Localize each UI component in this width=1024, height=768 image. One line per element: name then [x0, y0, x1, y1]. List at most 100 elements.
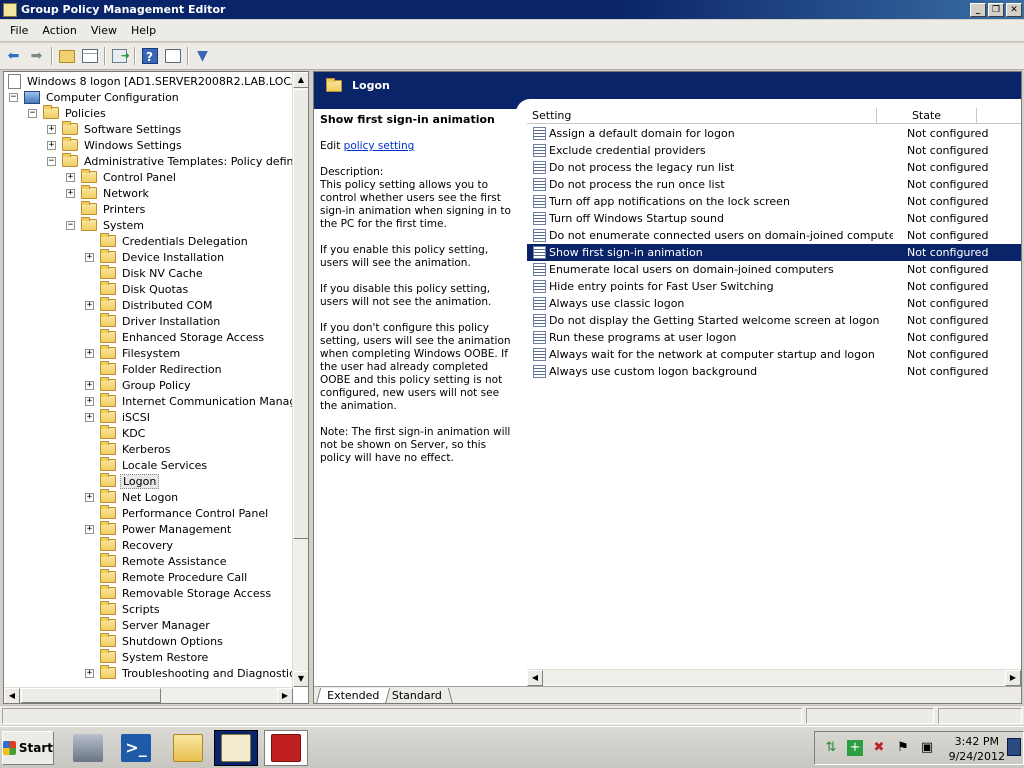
tree-item[interactable]: + Device Installation [85, 249, 226, 265]
tree-item[interactable]: Credentials Delegation [85, 233, 250, 249]
tree-item[interactable]: + Windows Settings [47, 137, 184, 153]
tree-item[interactable]: + Internet Communication Management [85, 393, 293, 409]
tree-item[interactable]: Remote Assistance [85, 553, 229, 569]
security-icon[interactable]: + [847, 740, 863, 756]
expand-icon[interactable]: + [47, 140, 56, 150]
tree-item[interactable]: − Policies [28, 105, 108, 121]
volume-muted-icon[interactable]: ✖ [871, 740, 887, 756]
tree-item[interactable]: System Restore [85, 649, 210, 665]
tree-item[interactable]: + Group Policy [85, 377, 193, 393]
expand-icon[interactable]: + [85, 668, 94, 678]
tree-item[interactable]: − Administrative Templates: Policy defini… [47, 153, 293, 169]
policy-row[interactable]: Assign a default domain for logon Not con… [527, 125, 1021, 142]
tree-item[interactable]: + Net Logon [85, 489, 180, 505]
tree-item[interactable]: + Power Management [85, 521, 233, 537]
tree-item[interactable]: Recovery [85, 537, 175, 553]
tree-item[interactable]: Kerberos [85, 441, 172, 457]
taskbar-gpmc[interactable] [214, 730, 258, 766]
network-icon[interactable]: ⇅ [823, 740, 839, 756]
show-desktop-button[interactable] [1007, 738, 1021, 756]
back-button[interactable]: ⬅ [2, 45, 25, 67]
expand-icon[interactable]: + [85, 396, 94, 406]
scroll-right-button[interactable]: ▶ [277, 688, 293, 703]
tree-item[interactable]: + Distributed COM [85, 297, 215, 313]
policy-setting-link[interactable]: policy setting [344, 140, 415, 152]
taskbar-powershell[interactable]: >_ [114, 730, 158, 766]
policy-row[interactable]: Hide entry points for Fast User Switchin… [527, 278, 1021, 295]
policy-row[interactable]: Always wait for the network at computer … [527, 346, 1021, 363]
policy-row[interactable]: Do not display the Getting Started welco… [527, 312, 1021, 329]
expand-icon[interactable]: + [85, 252, 94, 262]
tree-item[interactable]: Removable Storage Access [85, 585, 273, 601]
tree-item[interactable]: Performance Control Panel [85, 505, 270, 521]
scroll-left-button[interactable]: ◀ [4, 688, 20, 703]
tree-item[interactable]: + Filesystem [85, 345, 182, 361]
policy-row[interactable]: Do not enumerate connected users on doma… [527, 227, 1021, 244]
tree-item[interactable]: Enhanced Storage Access [85, 329, 266, 345]
policy-row[interactable]: Run these programs at user logon Not conf… [527, 329, 1021, 346]
tree-item[interactable]: Shutdown Options [85, 633, 225, 649]
scroll-thumb[interactable] [21, 688, 161, 703]
forward-button[interactable]: ➡ [25, 45, 48, 67]
tree-item[interactable]: Scripts [85, 601, 162, 617]
maximize-button[interactable]: ❐ [988, 2, 1004, 17]
collapse-icon[interactable]: − [66, 220, 75, 230]
tree-item[interactable]: Disk NV Cache [85, 265, 205, 281]
tree-item[interactable]: Printers [66, 201, 147, 217]
collapse-icon[interactable]: − [28, 108, 37, 118]
scroll-right-button[interactable]: ▶ [1005, 670, 1021, 686]
tree-horizontal-scrollbar[interactable]: ◀ ▶ [4, 687, 293, 703]
policy-row[interactable]: Show first sign-in animation Not configur… [527, 244, 1021, 261]
help-button[interactable]: ? [138, 45, 161, 67]
policy-row[interactable]: Turn off app notifications on the lock s… [527, 193, 1021, 210]
tree-item[interactable]: + Troubleshooting and Diagnostics [85, 665, 293, 681]
clock[interactable]: 3:42 PM 9/24/2012 [949, 734, 1005, 764]
collapse-icon[interactable]: − [9, 92, 18, 102]
tree-item[interactable]: Disk Quotas [85, 281, 190, 297]
tree-item[interactable]: KDC [85, 425, 147, 441]
expand-icon[interactable]: + [47, 124, 56, 134]
expand-icon[interactable]: + [85, 412, 94, 422]
tree-item[interactable]: + Network [66, 185, 151, 201]
menu-action[interactable]: Action [35, 22, 83, 39]
tree-item[interactable]: − System [66, 217, 146, 233]
column-header-state[interactable]: State [877, 108, 977, 124]
expand-icon[interactable]: + [66, 188, 75, 198]
display-icon[interactable]: ▣ [919, 740, 935, 756]
minimize-button[interactable]: _ [970, 2, 986, 17]
list-horizontal-scrollbar[interactable]: ◀ ▶ [527, 669, 1021, 686]
policy-row[interactable]: Turn off Windows Startup sound Not config… [527, 210, 1021, 227]
tree-item[interactable]: Server Manager [85, 617, 212, 633]
tree-item[interactable]: Logon [85, 473, 160, 489]
menu-view[interactable]: View [84, 22, 124, 39]
scroll-left-button[interactable]: ◀ [527, 670, 543, 686]
expand-icon[interactable]: + [85, 380, 94, 390]
policy-row[interactable]: Do not process the run once list Not conf… [527, 176, 1021, 193]
scroll-down-button[interactable]: ▼ [293, 671, 308, 687]
properties-button[interactable] [161, 45, 184, 67]
start-button[interactable]: Start [2, 731, 54, 765]
tree-root[interactable]: Windows 8 logon [AD1.SERVER2008R2.LAB.LO… [8, 73, 293, 89]
tree-item[interactable]: + iSCSI [85, 409, 152, 425]
policy-row[interactable]: Always use custom logon background Not co… [527, 363, 1021, 380]
policy-row[interactable]: Always use classic logon Not configured [527, 295, 1021, 312]
filter-button[interactable]: ▼ [191, 45, 214, 67]
tree-vertical-scrollbar[interactable]: ▲ ▼ [292, 72, 308, 687]
menu-file[interactable]: File [3, 22, 35, 39]
show-hide-tree-button[interactable] [78, 45, 101, 67]
tree-item[interactable]: − Computer Configuration [9, 89, 181, 105]
expand-icon[interactable]: + [85, 524, 94, 534]
tree-item[interactable]: + Control Panel [66, 169, 178, 185]
tree-item[interactable]: + Software Settings [47, 121, 183, 137]
close-button[interactable]: ✕ [1006, 2, 1022, 17]
menu-help[interactable]: Help [124, 22, 163, 39]
flag-icon[interactable]: ⚑ [895, 740, 911, 756]
scroll-thumb[interactable] [293, 89, 308, 539]
tree-item[interactable]: Locale Services [85, 457, 209, 473]
tree-item[interactable]: Driver Installation [85, 313, 222, 329]
taskbar-server-manager[interactable] [66, 730, 110, 766]
tree-item[interactable]: Folder Redirection [85, 361, 224, 377]
expand-icon[interactable]: + [85, 300, 94, 310]
expand-icon[interactable]: + [85, 348, 94, 358]
tree-item[interactable]: Remote Procedure Call [85, 569, 249, 585]
